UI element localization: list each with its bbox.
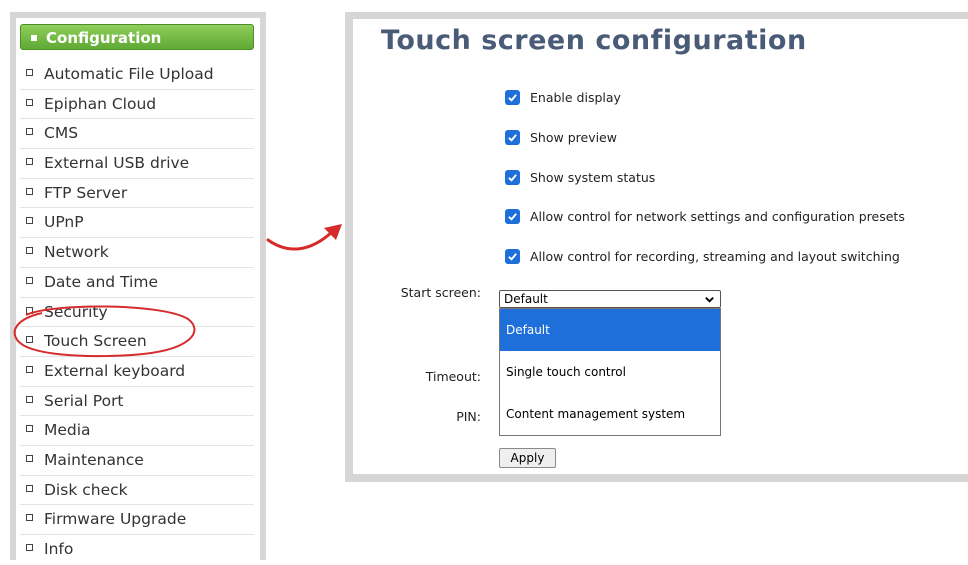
bullet-icon [26, 425, 33, 433]
show-system-status-checkbox[interactable] [505, 169, 520, 185]
sidebar-item-ftp-server[interactable]: FTP Server [20, 179, 254, 209]
apply-button[interactable]: Apply [499, 448, 556, 468]
sidebar-header-label: Configuration [46, 29, 162, 47]
dropdown-option-single-touch-control[interactable]: Single touch control [500, 351, 720, 393]
checkbox-label: Allow control for network settings and c… [530, 208, 905, 224]
checkmark-icon [508, 93, 517, 102]
dropdown-option-content-management-system[interactable]: Content management system [500, 393, 720, 435]
sidebar-item-label: External USB drive [44, 154, 190, 173]
sidebar-item-external-keyboard[interactable]: External keyboard [20, 357, 254, 387]
bullet-icon [26, 247, 33, 255]
sidebar-item-label: Maintenance [44, 450, 144, 469]
show-system-status-option: Show system status [505, 167, 655, 187]
allow-network-control-checkbox[interactable] [505, 208, 520, 224]
sidebar-item-label: Epiphan Cloud [44, 94, 157, 113]
checkbox-label: Show system status [530, 169, 656, 185]
sidebar-item-label: Serial Port [44, 391, 124, 410]
sidebar-item-label: Firmware Upgrade [44, 510, 187, 529]
show-preview-option: Show preview [505, 127, 617, 147]
sidebar-item-maintenance[interactable]: Maintenance [20, 446, 254, 476]
sidebar-item-firmware-upgrade[interactable]: Firmware Upgrade [20, 505, 254, 535]
sidebar-item-cms[interactable]: CMS [20, 119, 254, 150]
start-screen-value: Default [504, 292, 548, 306]
checkmark-icon [508, 173, 517, 182]
sidebar-item-label: Automatic File Upload [44, 65, 214, 83]
bullet-icon [26, 395, 33, 403]
dropdown-option-default[interactable]: Default [500, 309, 720, 351]
sidebar-item-label: CMS [44, 124, 79, 143]
start-screen-dropdown: Default Single touch control Content man… [499, 308, 721, 436]
bullet-icon [31, 34, 37, 41]
sidebar-item-label: UPnP [44, 213, 84, 232]
allow-recording-control-checkbox[interactable] [505, 248, 520, 264]
sidebar-item-label: FTP Server [44, 183, 128, 202]
checkbox-label: Enable display [530, 89, 621, 105]
checkbox-label: Show preview [530, 129, 617, 145]
allow-network-control-option: Allow control for network settings and c… [505, 206, 905, 226]
bullet-icon [26, 69, 33, 76]
sidebar-item-automatic-file-upload[interactable]: Automatic File Upload [20, 60, 254, 90]
bullet-icon [26, 365, 33, 373]
sidebar-item-disk-check[interactable]: Disk check [20, 476, 254, 506]
settings-sidebar: Configuration Automatic File Upload Epip… [10, 12, 266, 560]
annotation-arrow-icon [266, 224, 342, 251]
checkmark-icon [508, 133, 517, 142]
bullet-icon [26, 276, 33, 284]
sidebar-item-label: Date and Time [44, 272, 158, 291]
bullet-icon [26, 484, 33, 492]
sidebar-item-label: Disk check [44, 480, 128, 499]
timeout-label: Timeout: [425, 369, 481, 384]
page-title: Touch screen configuration [381, 25, 807, 56]
sidebar-item-epiphan-cloud[interactable]: Epiphan Cloud [20, 90, 254, 120]
enable-display-checkbox[interactable] [505, 89, 520, 105]
annotation-circle [13, 305, 196, 358]
config-content: Touch screen configuration Enable displa… [353, 19, 968, 474]
sidebar-panel: Configuration Automatic File Upload Epip… [16, 18, 260, 560]
sidebar-item-serial-port[interactable]: Serial Port [20, 387, 254, 417]
bullet-icon [26, 514, 33, 522]
bullet-icon [26, 217, 33, 225]
bullet-icon [26, 158, 33, 166]
bullet-icon [26, 187, 33, 195]
show-preview-checkbox[interactable] [505, 129, 520, 145]
bullet-icon [26, 544, 33, 551]
checkmark-icon [508, 252, 517, 261]
start-screen-label: Start screen: [400, 285, 481, 300]
sidebar-item-external-usb-drive[interactable]: External USB drive [20, 149, 254, 179]
sidebar-item-label: Network [44, 243, 109, 262]
touch-screen-config-panel: Touch screen configuration Enable displa… [345, 12, 968, 482]
bullet-icon [26, 128, 33, 136]
checkbox-label: Allow control for recording, streaming a… [530, 248, 900, 264]
sidebar-header-configuration[interactable]: Configuration [20, 24, 254, 50]
sidebar-item-media[interactable]: Media [20, 416, 254, 446]
start-screen-select[interactable]: Default [499, 290, 721, 308]
sidebar-item-label: Info [44, 540, 74, 558]
sidebar-item-date-and-time[interactable]: Date and Time [20, 268, 254, 298]
sidebar-item-network[interactable]: Network [20, 238, 254, 268]
sidebar-item-info[interactable]: Info [20, 535, 254, 565]
sidebar-item-label: Media [44, 421, 91, 440]
bullet-icon [26, 454, 33, 462]
checkmark-icon [508, 212, 517, 221]
sidebar-item-upnp[interactable]: UPnP [20, 208, 254, 239]
chevron-down-icon [705, 297, 714, 303]
allow-recording-control-option: Allow control for recording, streaming a… [505, 246, 900, 266]
bullet-icon [26, 98, 33, 106]
pin-label: PIN: [456, 409, 481, 424]
enable-display-option: Enable display [505, 87, 621, 107]
sidebar-item-label: External keyboard [44, 361, 186, 380]
